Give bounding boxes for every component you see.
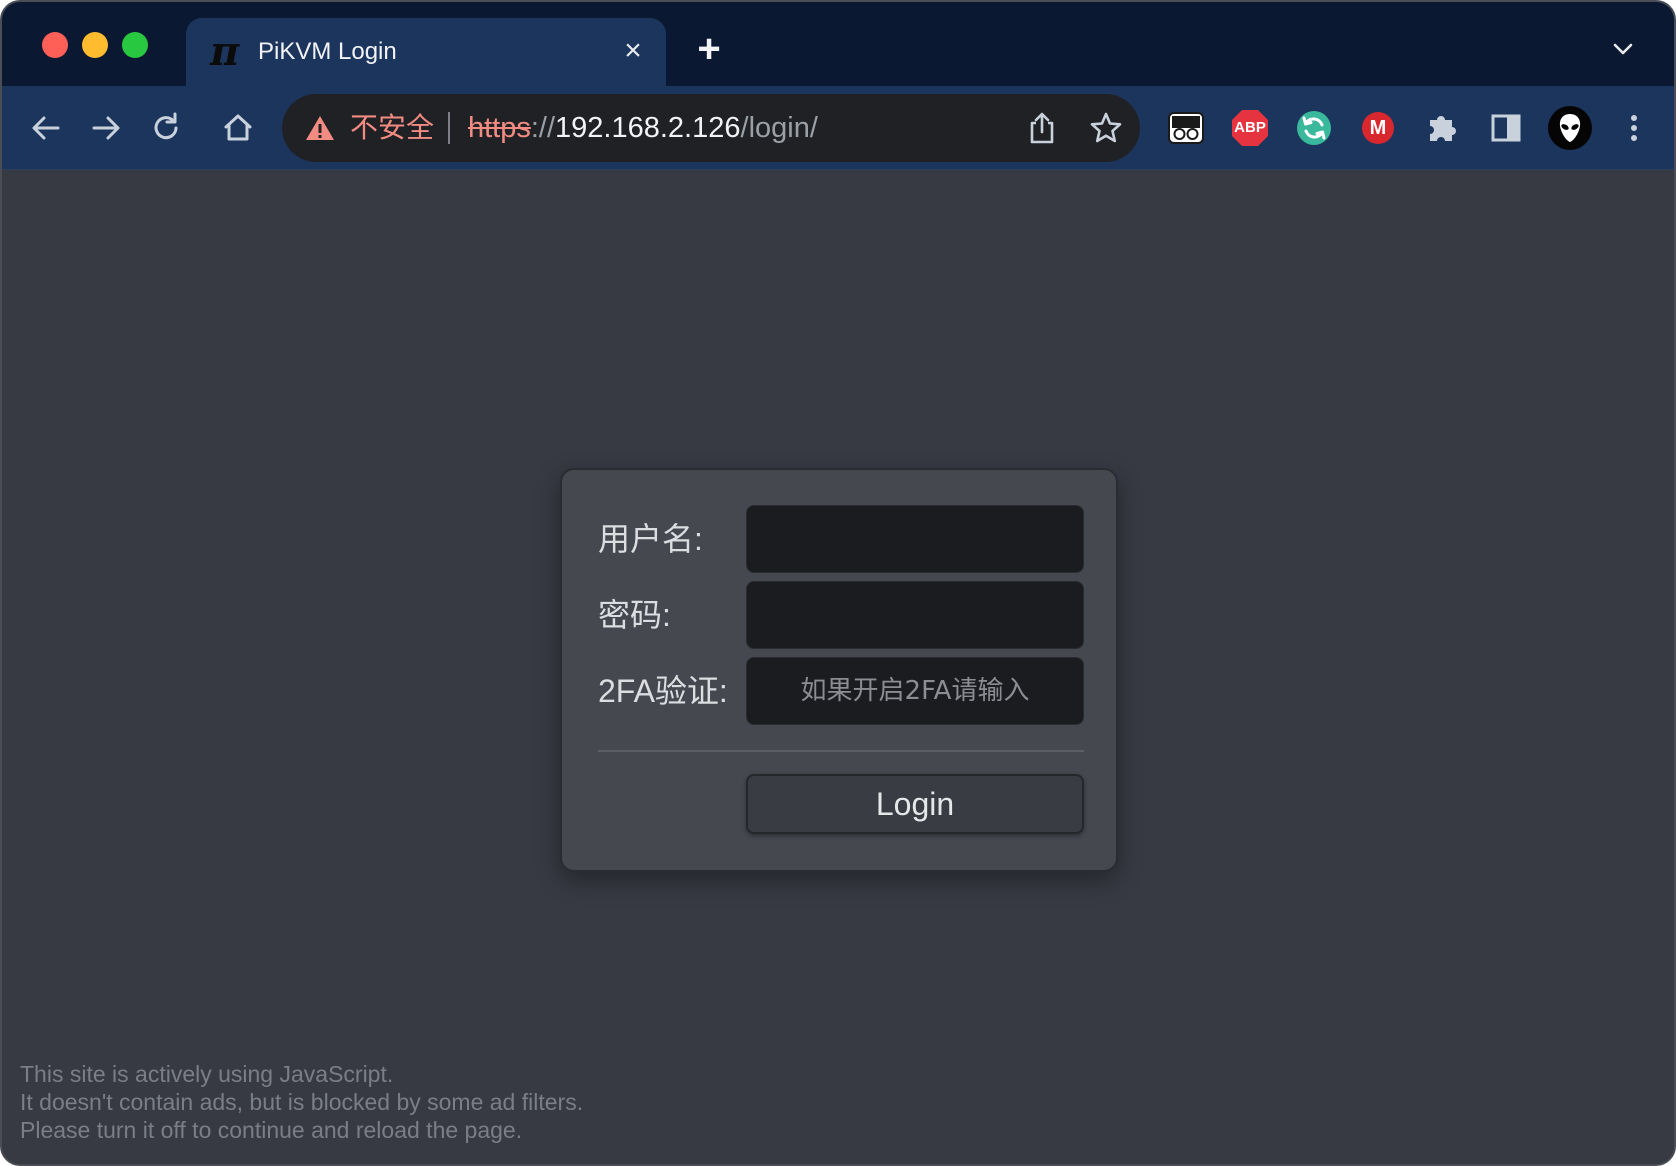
notice-line-1: This site is actively using JavaScript.: [20, 1061, 394, 1087]
url-scheme-separator: ://: [530, 112, 556, 144]
url-scheme: https: [468, 112, 531, 144]
url-host: 192.168.2.126: [555, 112, 741, 144]
toolbar: 不安全 https://192.168.2.126/login/ ABP M: [2, 86, 1674, 170]
username-label: 用户名:: [598, 521, 703, 557]
address-bar[interactable]: 不安全 https://192.168.2.126/login/: [282, 94, 1140, 162]
back-icon[interactable]: [26, 108, 66, 148]
twofa-label: 2FA验证:: [598, 673, 728, 709]
side-panel-icon[interactable]: [1486, 108, 1526, 148]
page-content: 用户名: 密码: 2FA验证: Login This site is activ…: [2, 170, 1674, 1164]
url-text[interactable]: https://192.168.2.126/login/: [468, 110, 818, 146]
notice-line-2: It doesn't contain ads, but is blocked b…: [20, 1089, 584, 1115]
browser-window: π PiKVM Login × + 不安全 https://192.168.2.…: [0, 0, 1676, 1166]
bookmark-star-icon[interactable]: [1088, 110, 1124, 146]
minimize-window-button[interactable]: [82, 32, 108, 58]
sync-icon[interactable]: [1294, 108, 1334, 148]
pi-favicon-icon: π: [210, 28, 240, 75]
twofa-input[interactable]: [746, 657, 1084, 725]
login-button[interactable]: Login: [746, 774, 1084, 834]
share-icon[interactable]: [1024, 110, 1060, 146]
password-label: 密码:: [598, 597, 671, 633]
puzzle-icon[interactable]: [1422, 108, 1462, 148]
warning-icon[interactable]: [304, 112, 336, 144]
forward-icon[interactable]: [86, 108, 126, 148]
profile-alien-icon[interactable]: [1548, 106, 1592, 150]
new-tab-button[interactable]: +: [692, 29, 726, 69]
tab-pikvm-login[interactable]: π PiKVM Login ×: [186, 18, 666, 86]
url-path: /login/: [740, 112, 818, 144]
mega-label: M: [1369, 117, 1387, 139]
reload-icon[interactable]: [146, 108, 186, 148]
reader-glasses-icon[interactable]: [1166, 108, 1206, 148]
tab-search-chevron-icon[interactable]: [1612, 38, 1634, 60]
divider: [598, 750, 1084, 752]
mega-icon[interactable]: M: [1358, 108, 1398, 148]
adblock-label: ABP: [1234, 119, 1266, 136]
tab-strip: π PiKVM Login × +: [2, 2, 1674, 86]
adblock-plus-icon[interactable]: ABP: [1230, 108, 1270, 148]
login-dialog: 用户名: 密码: 2FA验证: Login: [560, 468, 1118, 872]
password-input[interactable]: [746, 581, 1084, 649]
javascript-notice: This site is actively using JavaScript. …: [20, 1060, 583, 1144]
more-vert-icon[interactable]: [1614, 108, 1654, 148]
maximize-window-button[interactable]: [122, 32, 148, 58]
close-window-button[interactable]: [42, 32, 68, 58]
notice-line-3: Please turn it off to continue and reloa…: [20, 1117, 523, 1143]
username-input[interactable]: [746, 505, 1084, 573]
home-icon[interactable]: [218, 108, 258, 148]
address-separator: [448, 112, 450, 144]
tab-close-icon[interactable]: ×: [618, 36, 648, 66]
not-secure-label[interactable]: 不安全: [350, 110, 434, 146]
tab-title: PiKVM Login: [258, 38, 397, 65]
